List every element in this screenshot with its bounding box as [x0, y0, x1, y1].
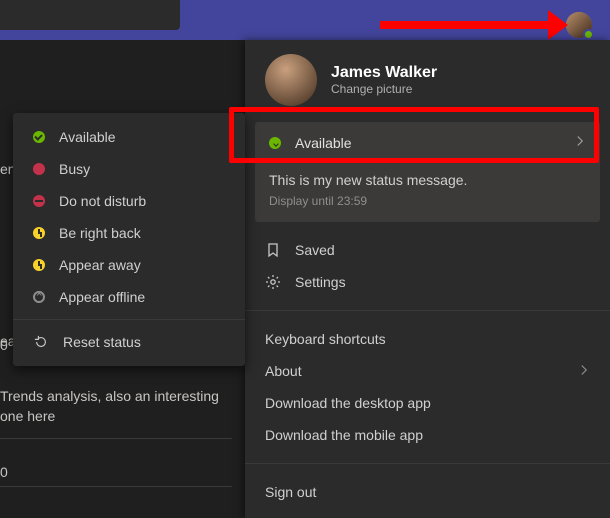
title-bar: [0, 0, 610, 40]
status-current-label: Available: [295, 135, 574, 151]
status-option-away[interactable]: Appear away: [13, 249, 245, 281]
status-option-label: Appear away: [59, 257, 141, 273]
menu-label: Settings: [295, 274, 590, 290]
profile-panel: James Walker Change picture Available Th…: [245, 40, 610, 518]
status-selector[interactable]: Available: [255, 122, 600, 164]
bookmark-icon: [265, 242, 281, 258]
saved-menu-item[interactable]: Saved: [245, 234, 610, 266]
menu-label: Sign out: [265, 484, 590, 500]
menu-label: Download the mobile app: [265, 427, 590, 443]
status-option-label: Reset status: [63, 334, 141, 350]
presence-indicator-icon: [583, 29, 594, 40]
sign-out-menu-item[interactable]: Sign out: [245, 476, 610, 508]
status-option-dnd[interactable]: Do not disturb: [13, 185, 245, 217]
about-menu-item[interactable]: About: [245, 355, 610, 387]
status-option-label: Appear offline: [59, 289, 145, 305]
keyboard-shortcuts-menu-item[interactable]: Keyboard shortcuts: [245, 323, 610, 355]
menu-label: Keyboard shortcuts: [265, 331, 590, 347]
busy-icon: [33, 163, 45, 175]
download-mobile-menu-item[interactable]: Download the mobile app: [245, 419, 610, 451]
status-submenu: Available Busy Do not disturb Be right b…: [13, 113, 245, 366]
settings-menu-item[interactable]: Settings: [245, 266, 610, 298]
divider: [0, 486, 232, 487]
search-box-area[interactable]: [0, 0, 180, 30]
annotation-arrow-head-icon: [548, 10, 568, 40]
status-option-offline[interactable]: Appear offline: [13, 281, 245, 313]
bg-text-zero: 0: [0, 335, 8, 355]
profile-header: James Walker Change picture: [245, 40, 610, 114]
reset-icon: [33, 334, 49, 350]
status-option-label: Be right back: [59, 225, 141, 241]
status-option-reset[interactable]: Reset status: [13, 326, 245, 358]
away-icon: [33, 259, 45, 271]
status-message: This is my new status message.: [269, 172, 586, 188]
available-icon: [33, 131, 45, 143]
menu-label: Download the desktop app: [265, 395, 590, 411]
status-card: Available This is my new status message.…: [255, 122, 600, 222]
annotation-arrow-shaft: [380, 21, 560, 29]
chevron-right-icon: [578, 363, 590, 379]
status-message-block[interactable]: This is my new status message. Display u…: [255, 164, 600, 222]
menu-label: About: [265, 363, 564, 379]
separator: [13, 319, 245, 320]
status-option-brb[interactable]: Be right back: [13, 217, 245, 249]
status-option-label: Available: [59, 129, 116, 145]
profile-avatar-large[interactable]: [265, 54, 317, 106]
status-option-available[interactable]: Available: [13, 121, 245, 153]
available-icon: [269, 137, 281, 149]
bg-text-zero: 0: [0, 462, 8, 482]
gear-icon: [265, 274, 281, 290]
user-name: James Walker: [331, 64, 437, 82]
download-desktop-menu-item[interactable]: Download the desktop app: [245, 387, 610, 419]
change-picture-link[interactable]: Change picture: [331, 82, 437, 96]
chevron-right-icon: [574, 134, 586, 152]
status-option-label: Do not disturb: [59, 193, 146, 209]
status-option-label: Busy: [59, 161, 90, 177]
menu-label: Saved: [295, 242, 590, 258]
status-option-busy[interactable]: Busy: [13, 153, 245, 185]
bg-text-trends: Trends analysis, also an interesting one…: [0, 386, 240, 426]
offline-icon: [33, 291, 45, 303]
divider: [0, 438, 232, 439]
dnd-icon: [33, 195, 45, 207]
profile-avatar-button[interactable]: [566, 12, 592, 38]
brb-icon: [33, 227, 45, 239]
status-display-until: Display until 23:59: [269, 194, 586, 208]
